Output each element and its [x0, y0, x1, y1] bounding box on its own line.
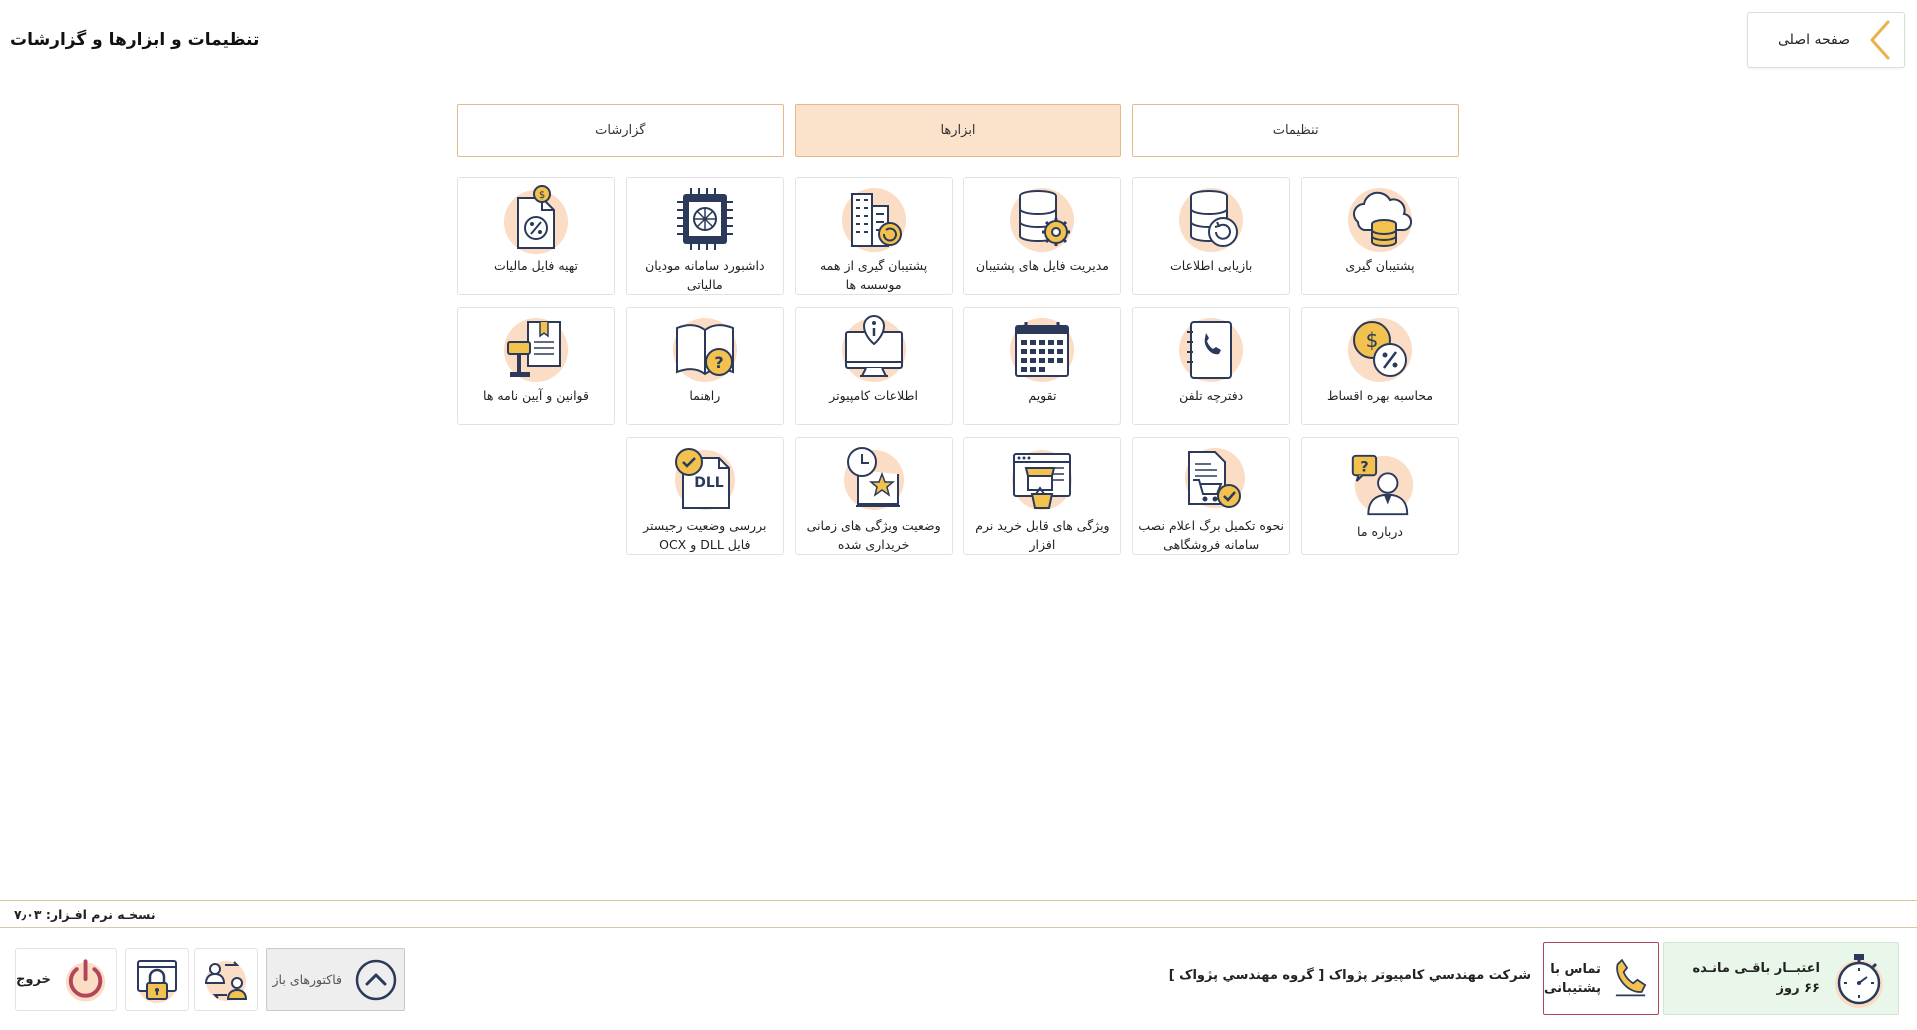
switch-user-button[interactable] — [194, 948, 258, 1011]
tool-computer-info[interactable]: اطلاعات کامپیوتر — [794, 307, 953, 425]
home-button[interactable]: صفحه اصلی — [1747, 12, 1905, 68]
tool-store-installation-form[interactable]: نحوه تکمیل برگ اعلام نصب سامانه فروشگاهی — [1132, 437, 1291, 555]
database-gear-icon — [1010, 188, 1075, 252]
interest-calculator-icon: $ — [1348, 318, 1412, 382]
chip-dashboard-icon — [676, 188, 733, 250]
tool-label: راهنما — [689, 388, 721, 403]
tool-label: وضعیت ویژگی های زمانی خریداری شده — [806, 518, 941, 552]
computer-info-icon — [841, 315, 906, 382]
tool-label: درباره ما — [1357, 524, 1403, 539]
database-restore-icon — [1179, 188, 1244, 252]
tool-label: اطلاعات کامپیوتر — [829, 388, 918, 403]
tax-file-icon: $ — [504, 185, 569, 254]
tool-label: تقویم — [1028, 388, 1057, 403]
svg-text:$: $ — [539, 190, 545, 201]
stopwatch-icon — [1835, 953, 1883, 1008]
tool-purchasable-features[interactable]: ویژگی های قابل خرید نرم افزار — [963, 437, 1122, 555]
phone-icon — [1615, 958, 1647, 996]
tool-backup-files-management[interactable]: مدیریت فایل های پشتیبان — [963, 177, 1122, 295]
tab-bar: تنظیمات ابزارها گزارشات — [456, 104, 1459, 157]
tool-label: پشتیبان گیری از همه موسسه ها — [819, 258, 928, 292]
switch-user-icon — [204, 960, 248, 1001]
calendar-icon — [1010, 318, 1075, 382]
credit-remaining: اعتبــار باقـی مانـده ۶۶ روز — [1663, 942, 1899, 1015]
tool-phonebook[interactable]: دفترچه تلفن — [1132, 307, 1291, 425]
tool-tax-file[interactable]: $ تهیه فایل مالیات — [457, 177, 616, 295]
tool-laws-regulations[interactable]: قوانین و آیین نامه ها — [457, 307, 616, 425]
tab-tools[interactable]: ابزارها — [794, 104, 1122, 157]
tool-label: نحوه تکمیل برگ اعلام نصب سامانه فروشگاهی — [1138, 518, 1284, 552]
tool-time-features-status[interactable]: وضعیت ویژگی های زمانی خریداری شده — [794, 437, 953, 555]
tool-label: بازیابی اطلاعات — [1170, 258, 1253, 273]
tool-label: ویژگی های قابل خرید نرم افزار — [975, 518, 1110, 552]
tool-about-us[interactable]: ? درباره ما — [1301, 437, 1459, 555]
home-button-label: صفحه اصلی — [1777, 32, 1850, 48]
tab-settings[interactable]: تنظیمات — [1132, 104, 1459, 157]
tool-installment-interest[interactable]: $ محاسبه بهره اقساط — [1301, 307, 1459, 425]
help-book-icon: ? — [672, 318, 737, 382]
tool-label: بررسی وضعیت رجیستر فایل DLL و OCX — [643, 518, 767, 552]
tab-reports[interactable]: گزارشات — [456, 104, 784, 157]
support-label-line1: تماس با — [1550, 961, 1601, 977]
tool-backup[interactable]: پشتیبان گیری — [1301, 177, 1459, 295]
svg-text:$: $ — [1366, 328, 1379, 352]
tool-label: قوانین و آیین نامه ها — [483, 388, 589, 403]
tool-backup-all-institutions[interactable]: پشتیبان گیری از همه موسسه ها — [794, 177, 953, 295]
contact-support-button[interactable]: تماس با پشتیبانی — [1543, 942, 1659, 1015]
tool-dll-ocx-check[interactable]: DLL بررسی وضعیت رجیستر فایل DLL و OCX — [625, 437, 784, 555]
svg-text:?: ? — [714, 353, 723, 372]
store-basket-icon — [1012, 450, 1073, 510]
tool-tax-dashboard[interactable]: داشبورد سامانه مودیان مالیاتی — [625, 177, 784, 295]
clock-star-icon — [843, 447, 904, 510]
exit-button[interactable]: خروج — [15, 948, 117, 1011]
power-icon — [65, 958, 106, 1002]
version-bar: نسخـه نرم افـزار: ۷٫۰۳ — [0, 900, 1917, 928]
software-version: نسخـه نرم افـزار: ۷٫۰۳ — [14, 906, 156, 922]
buildings-backup-icon — [841, 188, 906, 252]
tool-label: تهیه فایل مالیات — [493, 258, 579, 273]
page-title: تنظیمات و ابزارها و گزارشات — [10, 30, 260, 50]
open-invoices-label: فاکتورهای باز — [272, 972, 342, 987]
dll-check-icon: DLL — [674, 448, 735, 510]
cart-document-icon — [1185, 448, 1246, 508]
svg-text:?: ? — [1360, 458, 1368, 475]
law-gavel-icon — [504, 318, 569, 382]
tool-label: مدیریت فایل های پشتیبان — [975, 258, 1109, 273]
tool-label: محاسبه بهره اقساط — [1326, 388, 1434, 403]
support-label-line2: پشتیبانی — [1544, 980, 1601, 996]
lock-button[interactable] — [125, 948, 189, 1011]
chevron-up-circle-icon — [355, 959, 397, 1000]
chevron-left-icon — [1870, 20, 1890, 60]
tool-label: پشتیبان گیری — [1345, 258, 1415, 273]
lock-icon — [137, 959, 177, 1003]
credit-label: اعتبــار باقـی مانـده — [1692, 960, 1820, 976]
tool-help[interactable]: ? راهنما — [625, 307, 784, 425]
tool-label: داشبورد سامانه مودیان مالیاتی — [645, 258, 765, 292]
svg-text:DLL: DLL — [694, 475, 724, 491]
tools-grid: پشتیبان گیری بازیابی اطلاعات مدیریت فایل… — [457, 177, 1459, 555]
credit-days: ۶۶ روز — [1776, 980, 1820, 996]
tool-label: دفترچه تلفن — [1179, 388, 1244, 403]
exit-label: خروج — [16, 972, 51, 987]
tool-calendar[interactable]: تقویم — [963, 307, 1122, 425]
phonebook-icon — [1179, 318, 1244, 382]
about-person-icon: ? — [1351, 454, 1414, 516]
cloud-database-icon — [1348, 188, 1413, 252]
open-invoices-button[interactable]: فاکتورهای باز — [266, 948, 405, 1011]
tool-restore[interactable]: بازیابی اطلاعات — [1132, 177, 1291, 295]
company-name: شرکت مهندسي کامپيوتر پژواک [ گروه مهندسي… — [1168, 968, 1531, 983]
